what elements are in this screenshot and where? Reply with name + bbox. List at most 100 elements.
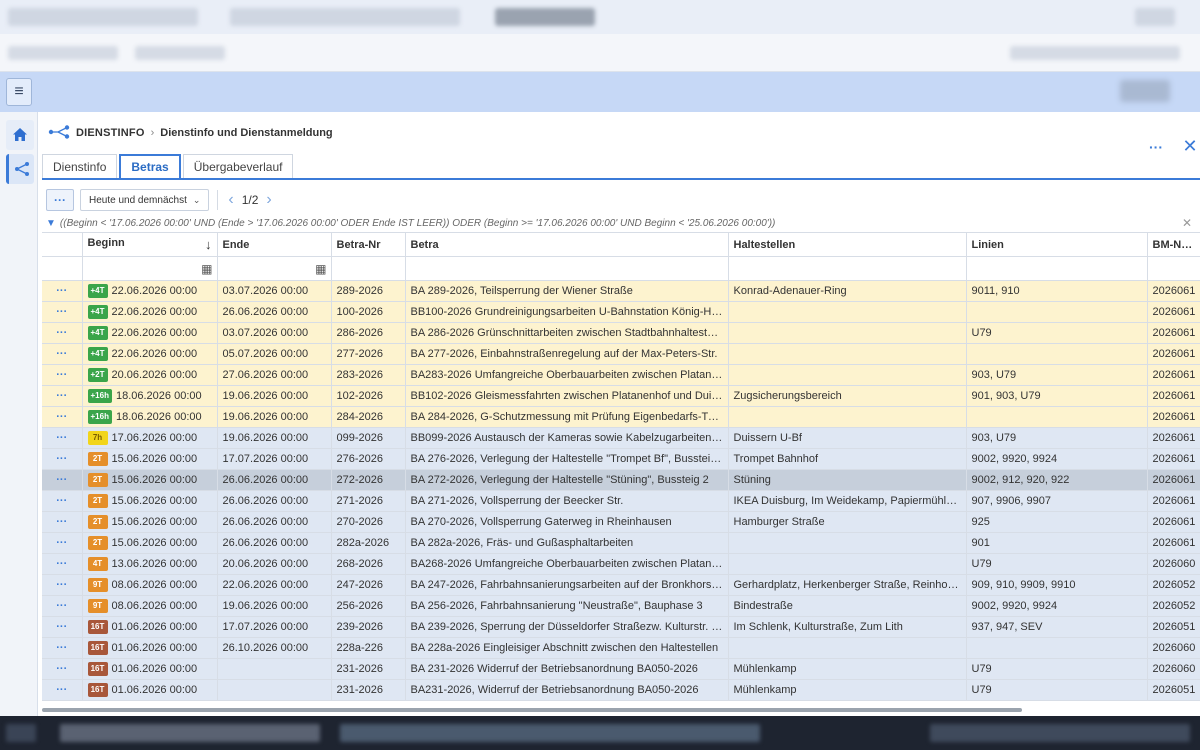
table-row[interactable]: ··· 7h 17.06.2026 00:00 19.06.2026 00:00 099… [42,427,1200,449]
table-row[interactable]: ··· 2T 15.06.2026 00:00 26.06.2026 00:00 270… [42,511,1200,533]
row-actions-button[interactable]: ··· [42,322,83,344]
bm-num-cell: 2026060 [1147,637,1200,659]
row-actions-button[interactable]: ··· [42,595,83,617]
table-row[interactable]: ··· 2T 15.06.2026 00:00 26.06.2026 00:00 272… [42,469,1200,491]
browser-extensions[interactable] [1010,46,1180,60]
taskbar-search[interactable] [60,724,320,742]
table-row[interactable]: ··· +4T 22.06.2026 00:00 03.07.2026 00:00 28… [42,280,1200,302]
table-row[interactable]: ··· +4T 22.06.2026 00:00 05.07.2026 00:00 27… [42,343,1200,365]
breadcrumb-separator: › [150,127,155,139]
tab-uebergabeverlauf[interactable]: Übergabeverlauf [182,154,294,178]
haltestellen-filter[interactable] [728,256,967,281]
haltestellen-cell: Mühlenkamp [728,679,967,701]
filter-cell [42,256,83,281]
row-actions-button[interactable]: ··· [42,448,83,470]
bm-num-filter[interactable] [1147,256,1200,281]
beginn-filter[interactable]: ▦ [82,256,218,281]
row-actions-button[interactable]: ··· [42,343,83,365]
betra-nr-cell: 239-2026 [331,616,406,638]
table-row[interactable]: ··· 9T 08.06.2026 00:00 22.06.2026 00:00 247… [42,574,1200,596]
row-actions-button[interactable]: ··· [42,658,83,680]
table-row[interactable]: ··· 2T 15.06.2026 00:00 17.07.2026 00:00 276… [42,448,1200,470]
url-field[interactable] [135,46,225,60]
table-row[interactable]: ··· +16h 18.06.2026 00:00 19.06.2026 00:00 1… [42,385,1200,407]
beginn-cell: 16T 01.06.2026 00:00 [82,658,218,680]
taskbar-apps[interactable] [340,724,760,742]
betra-nr-filter[interactable] [331,256,406,281]
user-avatar[interactable] [1120,80,1170,102]
row-actions-button[interactable]: ··· [42,532,83,554]
breadcrumb-root[interactable]: DIENSTINFO [76,127,145,139]
bm-num-cell: 2026061 [1147,532,1200,554]
row-actions-button[interactable]: ··· [42,280,83,302]
table-row[interactable]: ··· +4T 22.06.2026 00:00 03.07.2026 00:00 28… [42,322,1200,344]
prev-page-button[interactable]: ‹ [226,191,235,209]
row-actions-button[interactable]: ··· [42,616,83,638]
column-header-linien[interactable]: Linien [966,232,1148,257]
table-row[interactable]: ··· +4T 22.06.2026 00:00 26.06.2026 00:00 10… [42,301,1200,323]
browser-nav-buttons[interactable] [8,46,118,60]
column-header-betra[interactable]: Betra [405,232,729,257]
browser-tab[interactable] [230,8,460,26]
browser-window-controls[interactable] [1135,8,1175,26]
tab-dienstinfo[interactable]: Dienstinfo [42,154,118,178]
browser-tab[interactable] [495,8,595,26]
sort-desc-icon[interactable]: ↓ [205,237,212,252]
beginn-value: 17.06.2026 00:00 [111,431,198,444]
share-nodes-icon[interactable] [6,154,34,184]
table-row[interactable]: ··· 2T 15.06.2026 00:00 26.06.2026 00:00 282… [42,532,1200,554]
column-header-beginn[interactable]: Beginn ↓ [82,232,218,257]
table-row[interactable]: ··· 2T 15.06.2026 00:00 26.06.2026 00:00 271… [42,490,1200,512]
betra-cell: BA 289-2026, Teilsperrung der Wiener Str… [405,280,729,302]
home-icon[interactable] [6,120,34,150]
table-row[interactable]: ··· 4T 13.06.2026 00:00 20.06.2026 00:00 268… [42,553,1200,575]
browser-tab[interactable] [8,8,198,26]
more-options-button[interactable]: ··· [1146,139,1166,155]
table-row[interactable]: ··· 9T 08.06.2026 00:00 19.06.2026 00:00 256… [42,595,1200,617]
row-actions-button[interactable]: ··· [42,427,83,449]
grid-menu-button[interactable]: ··· [46,189,74,211]
beginn-cell: +2T 20.06.2026 00:00 [82,364,218,386]
row-actions-button[interactable]: ··· [42,553,83,575]
table-row[interactable]: ··· 16T 01.06.2026 00:00 231-2026 BA 231-202… [42,658,1200,680]
row-actions-button[interactable]: ··· [42,406,83,428]
horizontal-scrollbar[interactable] [42,708,1022,712]
row-actions-button[interactable]: ··· [42,385,83,407]
linien-filter[interactable] [966,256,1148,281]
table-row[interactable]: ··· +16h 18.06.2026 00:00 19.06.2026 00:00 2… [42,406,1200,428]
haltestellen-cell: Trompet Bahnhof [728,448,967,470]
row-actions-button[interactable]: ··· [42,637,83,659]
side-rail [0,112,38,716]
row-actions-button[interactable]: ··· [42,679,83,701]
column-header-ende[interactable]: Ende [217,232,332,257]
row-actions-button[interactable]: ··· [42,490,83,512]
clear-filter-button[interactable]: ✕ [1182,216,1192,230]
row-actions-button[interactable]: ··· [42,301,83,323]
system-tray[interactable] [930,724,1190,742]
linien-cell [966,343,1148,365]
row-actions-button[interactable]: ··· [42,364,83,386]
date-range-select[interactable]: Heute und demnächst ⌄ [80,189,210,211]
ende-filter[interactable]: ▦ [217,256,332,281]
row-actions-button[interactable]: ··· [42,469,83,491]
haltestellen-cell: Stüning [728,469,967,491]
start-button[interactable] [6,724,36,742]
menu-icon[interactable]: ≡ [6,78,32,106]
column-header-haltestellen[interactable]: Haltestellen [728,232,967,257]
tab-betras[interactable]: Betras [119,154,181,178]
column-header-betra-nr[interactable]: Betra-Nr [331,232,406,257]
table-row[interactable]: ··· 16T 01.06.2026 00:00 17.07.2026 00:00 23… [42,616,1200,638]
table-row[interactable]: ··· 16T 01.06.2026 00:00 231-2026 BA231-2026… [42,679,1200,701]
ende-cell [217,658,332,680]
row-actions-button[interactable]: ··· [42,574,83,596]
betra-filter[interactable] [405,256,729,281]
table-row[interactable]: ··· 16T 01.06.2026 00:00 26.10.2026 00:00 22… [42,637,1200,659]
calendar-icon[interactable]: ▦ [201,262,216,276]
next-page-button[interactable]: › [264,191,273,209]
table-row[interactable]: ··· +2T 20.06.2026 00:00 27.06.2026 00:00 28… [42,364,1200,386]
row-actions-button[interactable]: ··· [42,511,83,533]
linien-cell [966,301,1148,323]
column-header-bm-num[interactable]: BM-Num [1147,232,1200,257]
calendar-icon[interactable]: ▦ [315,262,330,276]
duration-badge: +16h [87,389,112,403]
